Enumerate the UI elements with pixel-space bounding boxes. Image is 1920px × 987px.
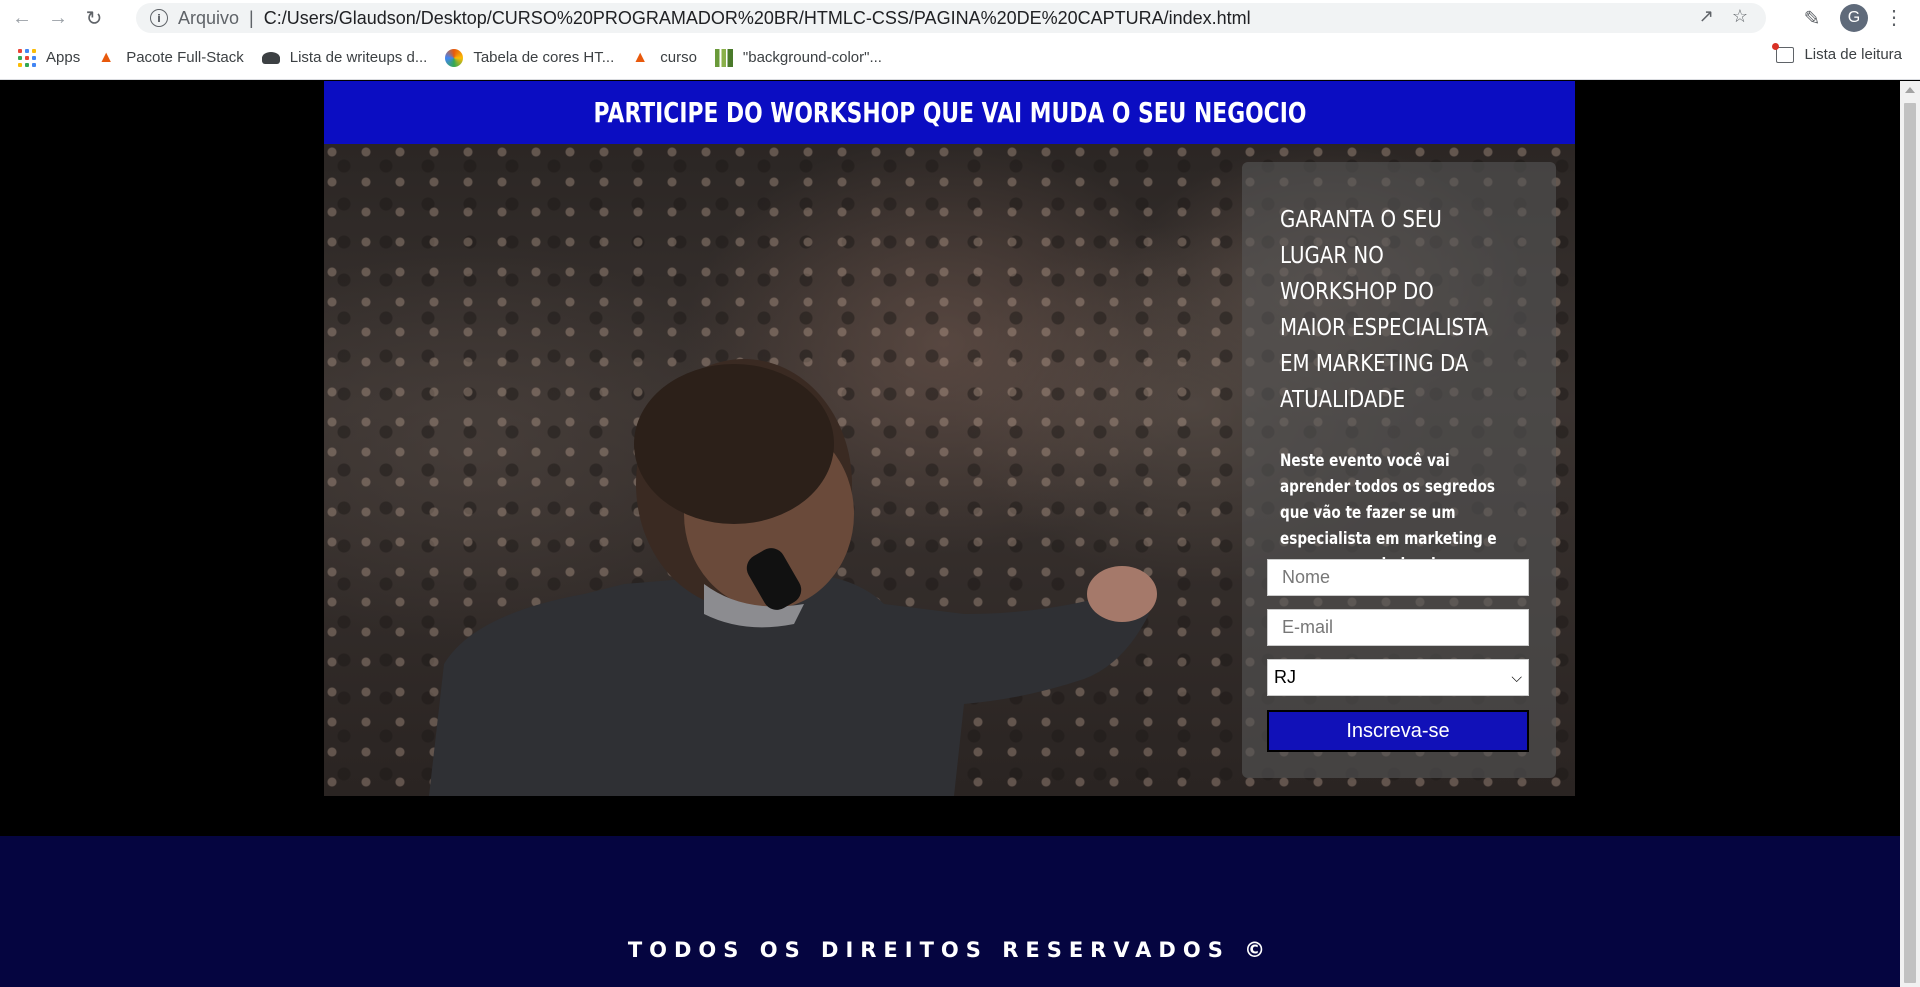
bookmark-tabela-cores[interactable]: Tabela de cores HT... <box>445 48 615 67</box>
info-icon[interactable]: i <box>150 9 168 27</box>
subscribe-button[interactable]: Inscreva-se <box>1267 710 1529 752</box>
apps-grid-icon <box>18 48 36 67</box>
separator: | <box>249 7 254 28</box>
chevron-down-icon: ⌵ <box>1511 669 1522 685</box>
state-select[interactable]: RJ ⌵ <box>1267 659 1529 696</box>
bookmark-curso[interactable]: ▲ curso <box>632 49 697 67</box>
bookmark-label: Tabela de cores HT... <box>473 49 615 66</box>
reload-button[interactable]: ↻ <box>80 4 108 32</box>
state-selected-value: RJ <box>1274 667 1296 687</box>
star-icon[interactable]: ☆ <box>1732 6 1748 27</box>
form-title: GARANTA O SEU LUGAR NO WORKSHOP DO MAIOR… <box>1280 207 1489 413</box>
arrow-left-icon: ← <box>12 6 32 29</box>
forward-button[interactable]: → <box>44 4 72 32</box>
omnibox-actions: ↗ ☆ <box>1699 6 1748 27</box>
hat-icon <box>261 51 280 64</box>
bookmark-pacote-full-stack[interactable]: ▲ Pacote Full-Stack <box>98 49 244 67</box>
avatar[interactable]: G <box>1840 4 1868 32</box>
name-placeholder: Nome <box>1282 567 1331 587</box>
banner-title: PARTICIPE DO WORKSHOP QUE VAI MUDA O SEU… <box>593 96 1306 129</box>
flame-icon: ▲ <box>632 48 649 66</box>
browser-toolbar: ← → ↻ i Arquivo | C:/Users/Glaudson/Desk… <box>0 0 1920 36</box>
name-field[interactable]: Nome <box>1267 559 1529 596</box>
flame-icon: ▲ <box>98 48 115 66</box>
vertical-scrollbar[interactable] <box>1900 81 1920 987</box>
share-icon[interactable]: ↗ <box>1699 6 1714 27</box>
reading-list[interactable]: Lista de leitura <box>1772 42 1902 63</box>
menu-dots-icon[interactable]: ⋮ <box>1884 4 1904 32</box>
hero-section: GARANTA O SEU LUGAR NO WORKSHOP DO MAIOR… <box>324 144 1575 796</box>
scroll-up-icon[interactable] <box>1905 87 1915 93</box>
url-text[interactable]: C:/Users/Glaudson/Desktop/CURSO%20PROGRA… <box>264 8 1251 29</box>
footer-text: TODOS OS DIREITOS RESERVADOS © <box>627 938 1273 962</box>
capture-page: PARTICIPE DO WORKSHOP QUE VAI MUDA O SEU… <box>324 81 1575 798</box>
top-banner: PARTICIPE DO WORKSHOP QUE VAI MUDA O SEU… <box>324 81 1575 144</box>
bookmark-label: "background-color"... <box>742 49 882 66</box>
bookmark-label: Lista de writeups d... <box>289 49 428 66</box>
security-label: Arquivo <box>178 7 240 28</box>
bookmark-label: Apps <box>46 49 81 66</box>
chart-icon <box>714 48 733 67</box>
bookmark-label: curso <box>660 49 697 66</box>
bookmark-label: Pacote Full-Stack <box>126 49 244 66</box>
reading-list-label: Lista de leitura <box>1804 46 1902 63</box>
back-button[interactable]: ← <box>8 4 36 32</box>
bookmark-apps[interactable]: Apps <box>18 48 81 67</box>
arrow-right-icon: → <box>48 6 68 29</box>
bookmark-background-color[interactable]: "background-color"... <box>714 48 882 67</box>
email-placeholder: E-mail <box>1282 617 1334 637</box>
address-bar[interactable]: i Arquivo | C:/Users/Glaudson/Desktop/CU… <box>136 3 1766 33</box>
bookmark-writeups[interactable]: Lista de writeups d... <box>261 49 428 66</box>
color-wheel-icon <box>445 48 464 67</box>
email-field[interactable]: E-mail <box>1267 609 1529 646</box>
extensions-icon[interactable]: ✎ <box>1800 6 1824 30</box>
footer: TODOS OS DIREITOS RESERVADOS © <box>0 836 1900 987</box>
bookmarks-bar: Apps ▲ Pacote Full-Stack Lista de writeu… <box>0 36 1920 80</box>
reading-list-icon <box>1772 42 1795 63</box>
scrollbar-thumb[interactable] <box>1904 103 1916 983</box>
page-viewport: PARTICIPE DO WORKSHOP QUE VAI MUDA O SEU… <box>0 81 1900 987</box>
reload-icon: ↻ <box>85 7 103 30</box>
signup-form-panel: GARANTA O SEU LUGAR NO WORKSHOP DO MAIOR… <box>1242 162 1556 778</box>
